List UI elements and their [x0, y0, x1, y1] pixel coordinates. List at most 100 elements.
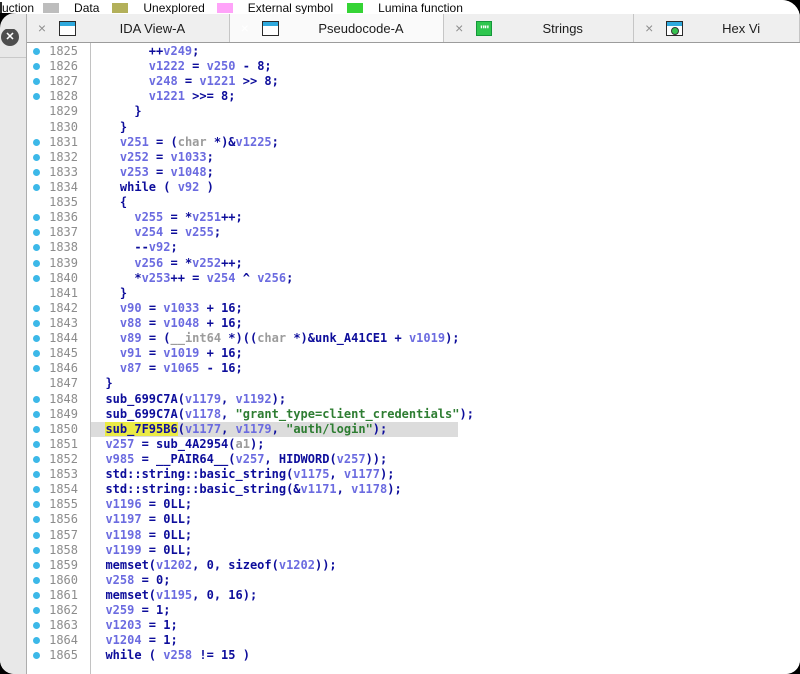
code-line[interactable]: 1845 v91 = v1019 + 16;	[27, 346, 800, 361]
line-number: 1863	[43, 618, 78, 633]
code-line[interactable]: 1834 while ( v92 )	[27, 180, 800, 195]
gutter-dot-cell[interactable]	[27, 240, 43, 255]
gutter-dot-cell[interactable]	[27, 467, 43, 482]
code-line[interactable]: 1860 v258 = 0;	[27, 573, 800, 588]
code-line[interactable]: 1842 v90 = v1033 + 16;	[27, 301, 800, 316]
line-number: 1853	[43, 467, 78, 482]
gutter-dot-cell[interactable]	[27, 543, 43, 558]
code-line[interactable]: 1855 v1196 = 0LL;	[27, 497, 800, 512]
gutter-dot-cell[interactable]	[27, 74, 43, 89]
gutter-dot-cell[interactable]	[27, 452, 43, 467]
gutter-dot-cell[interactable]	[27, 558, 43, 573]
code-line[interactable]: 1862 v259 = 1;	[27, 603, 800, 618]
code-line[interactable]: 1830 }	[27, 120, 800, 135]
code-line[interactable]: 1847 }	[27, 376, 800, 391]
code-line[interactable]: 1836 v255 = *v251++;	[27, 210, 800, 225]
gutter-dot-cell[interactable]	[27, 618, 43, 633]
code-line[interactable]: 1859 memset(v1202, 0, sizeof(v1202));	[27, 558, 800, 573]
gutter-dot-cell[interactable]	[27, 648, 43, 663]
tab-hex-vi[interactable]: ×Hex Vi	[634, 14, 800, 42]
code-line[interactable]: 1853 std::string::basic_string(v1175, v1…	[27, 467, 800, 482]
code-line[interactable]: 1832 v252 = v1033;	[27, 150, 800, 165]
gutter-dot-cell[interactable]	[27, 120, 43, 135]
gutter-dot-cell[interactable]	[27, 497, 43, 512]
gutter-dot-cell[interactable]	[27, 135, 43, 150]
code-line[interactable]: 1829 }	[27, 104, 800, 119]
gutter-dot-cell[interactable]	[27, 180, 43, 195]
code-line[interactable]: 1843 v88 = v1048 + 16;	[27, 316, 800, 331]
code-text: v1198 = 0LL;	[78, 528, 800, 543]
code-line[interactable]: 1840 *v253++ = v254 ^ v256;	[27, 271, 800, 286]
gutter-dot-cell[interactable]	[27, 150, 43, 165]
tab-close-icon[interactable]: ×	[34, 20, 50, 36]
gutter-dot-cell[interactable]	[27, 376, 43, 391]
gutter-dot-cell[interactable]	[27, 482, 43, 497]
gutter-dot-cell[interactable]	[27, 316, 43, 331]
code-line[interactable]: 1827 v248 = v1221 >> 8;	[27, 74, 800, 89]
line-number: 1846	[43, 361, 78, 376]
line-number: 1832	[43, 150, 78, 165]
panel-close-button[interactable]: ✕	[1, 28, 19, 46]
code-line[interactable]: 1835 {	[27, 195, 800, 210]
gutter-dot-cell[interactable]	[27, 603, 43, 618]
tab-strings[interactable]: ×""Strings	[444, 14, 634, 42]
gutter-dot-cell[interactable]	[27, 361, 43, 376]
pseudocode-view[interactable]: 1825 ++v249;1826 v1222 = v250 - 8;1827 v…	[27, 43, 800, 674]
code-line[interactable]: 1841 }	[27, 286, 800, 301]
code-line[interactable]: 1857 v1198 = 0LL;	[27, 528, 800, 543]
code-line[interactable]: 1856 v1197 = 0LL;	[27, 512, 800, 527]
code-line[interactable]: 1831 v251 = (char *)&v1225;	[27, 135, 800, 150]
tab-ida-view-a[interactable]: ×IDA View-A	[27, 14, 230, 42]
code-line[interactable]: 1858 v1199 = 0LL;	[27, 543, 800, 558]
line-number: 1834	[43, 180, 78, 195]
code-line[interactable]: 1825 ++v249;	[27, 44, 800, 59]
code-line[interactable]: 1852 v985 = __PAIR64__(v257, HIDWORD(v25…	[27, 452, 800, 467]
code-line[interactable]: 1839 v256 = *v252++;	[27, 256, 800, 271]
code-line[interactable]: 1851 v257 = sub_4A2954(a1);	[27, 437, 800, 452]
gutter-dot-cell[interactable]	[27, 210, 43, 225]
gutter-dot-cell[interactable]	[27, 104, 43, 119]
truncated-letter-fragment	[0, 2, 2, 13]
gutter-dot-cell[interactable]	[27, 256, 43, 271]
gutter-dot-cell[interactable]	[27, 437, 43, 452]
gutter-dot-cell[interactable]	[27, 422, 43, 437]
code-token	[91, 256, 134, 270]
gutter-dot-cell[interactable]	[27, 346, 43, 361]
gutter-dot-cell[interactable]	[27, 225, 43, 240]
gutter-dot-cell[interactable]	[27, 588, 43, 603]
gutter-dot-cell[interactable]	[27, 301, 43, 316]
code-line[interactable]: 1850 sub_7F95B6(v1177, v1179, "auth/logi…	[27, 422, 800, 437]
tab-close-icon[interactable]: ×	[451, 20, 467, 36]
code-line[interactable]: 1844 v89 = (__int64 *)((char *)&unk_A41C…	[27, 331, 800, 346]
tab-close-icon[interactable]: ×	[641, 20, 657, 36]
gutter-dot-cell[interactable]	[27, 44, 43, 59]
code-line[interactable]: 1864 v1204 = 1;	[27, 633, 800, 648]
code-line[interactable]: 1863 v1203 = 1;	[27, 618, 800, 633]
gutter-dot-cell[interactable]	[27, 633, 43, 648]
code-line[interactable]: 1833 v253 = v1048;	[27, 165, 800, 180]
gutter-dot-cell[interactable]	[27, 165, 43, 180]
gutter-dot-cell[interactable]	[27, 528, 43, 543]
gutter-dot-cell[interactable]	[27, 271, 43, 286]
gutter-dot-cell[interactable]	[27, 392, 43, 407]
gutter-dot-cell[interactable]	[27, 59, 43, 74]
code-line[interactable]: 1828 v1221 >>= 8;	[27, 89, 800, 104]
code-line[interactable]: 1846 v87 = v1065 - 16;	[27, 361, 800, 376]
gutter-dot-cell[interactable]	[27, 407, 43, 422]
gutter-dot-cell[interactable]	[27, 286, 43, 301]
gutter-dot-cell[interactable]	[27, 331, 43, 346]
code-line[interactable]: 1865 while ( v258 != 15 )	[27, 648, 800, 663]
code-line[interactable]: 1854 std::string::basic_string(&v1171, v…	[27, 482, 800, 497]
gutter-dot-cell[interactable]	[27, 573, 43, 588]
code-line[interactable]: 1861 memset(v1195, 0, 16);	[27, 588, 800, 603]
code-line[interactable]: 1838 --v92;	[27, 240, 800, 255]
tab-pseudocode-a[interactable]: ×Pseudocode-A	[230, 14, 444, 42]
code-line[interactable]: 1826 v1222 = v250 - 8;	[27, 59, 800, 74]
gutter-dot-cell[interactable]	[27, 195, 43, 210]
tab-close-icon[interactable]: ×	[237, 20, 253, 36]
gutter-dot-cell[interactable]	[27, 89, 43, 104]
code-line[interactable]: 1848 sub_699C7A(v1179, v1192);	[27, 392, 800, 407]
code-line[interactable]: 1849 sub_699C7A(v1178, "grant_type=clien…	[27, 407, 800, 422]
code-line[interactable]: 1837 v254 = v255;	[27, 225, 800, 240]
gutter-dot-cell[interactable]	[27, 512, 43, 527]
